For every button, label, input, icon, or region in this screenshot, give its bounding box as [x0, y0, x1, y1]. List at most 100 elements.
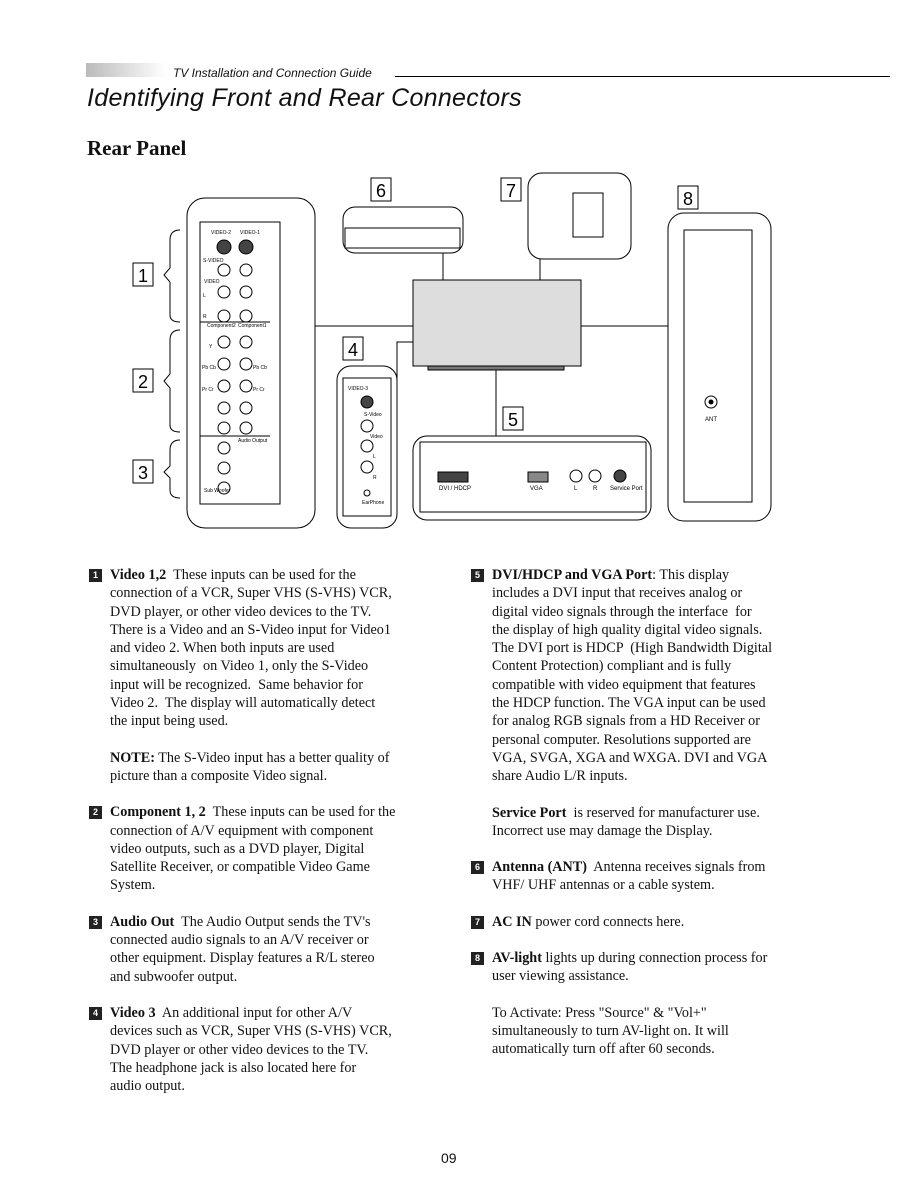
item-heading: AV-light [492, 950, 542, 967]
connector-jack [239, 401, 253, 415]
item-text: The Audio Output sends the TV's [174, 913, 371, 930]
connector-jack [238, 239, 254, 255]
item-text: the HDCP function. The VGA input can be … [492, 695, 766, 712]
text-line: To Activate: Press "Source" & "Vol+" [492, 1004, 822, 1022]
item-number-badge: 7 [471, 915, 484, 929]
text-line: DVD player, or other video devices to th… [110, 603, 470, 621]
connector-jack [217, 441, 231, 455]
item-text: DVD player or other video devices to the… [110, 1041, 369, 1058]
text-line: digital video signals through the interf… [492, 603, 822, 621]
item-number-badge: 4 [89, 1006, 102, 1020]
item-text: VGA, SVGA, XGA and WXGA. DVI and VGA [492, 749, 768, 766]
label-component2: Component2 [207, 323, 236, 329]
label-video3: VIDEO-3 [348, 386, 368, 392]
item-text: for analog RGB signals from a HD Receive… [492, 713, 760, 730]
label-left-r: R [203, 314, 207, 320]
callout-number: 5 [508, 410, 518, 430]
item-text: An additional input for other A/V [155, 1004, 353, 1021]
text-line: connected audio signals to an A/V receiv… [110, 931, 470, 949]
connector-jack [363, 489, 371, 497]
item-number-badge: 6 [471, 861, 484, 875]
connector-jack [360, 439, 374, 453]
label-component1: Component1 [238, 323, 267, 329]
connector-jack [217, 461, 231, 475]
item-number-badge: 5 [471, 569, 484, 582]
item-text: System. [110, 877, 156, 894]
text-line: other equipment. Display features a R/L … [110, 949, 470, 967]
text-line: AC IN power cord connects here. [492, 913, 822, 931]
text-line: NOTE: The S-Video input has a better qua… [110, 749, 470, 767]
text-line: and subwoofer output. [110, 968, 470, 986]
label-left-l: L [203, 293, 206, 299]
text-line: the input being used. [110, 712, 470, 730]
text-line: input will be recognized. Same behavior … [110, 676, 470, 694]
connector-jack [217, 309, 231, 323]
item-number-badge: 3 [89, 915, 102, 929]
text-line: Video 2. The display will automatically … [110, 694, 470, 712]
text-line: The headphone jack is also located here … [110, 1059, 470, 1077]
item-text: VHF/ UHF antennas or a cable system. [492, 877, 715, 894]
item-text: audio output. [110, 1078, 185, 1095]
text-line: There is a Video and an S-Video input fo… [110, 621, 470, 639]
connector-jack [239, 379, 253, 393]
label-video2: VIDEO-2 [211, 230, 231, 236]
text-line: Video 1,2 These inputs can be used for t… [110, 566, 470, 584]
label-ant: ANT [705, 417, 717, 423]
item-text: The headphone jack is also located here … [110, 1059, 357, 1076]
item-text: connected audio signals to an A/V receiv… [110, 932, 369, 949]
item-text: Antenna receives signals from [586, 859, 766, 876]
label-earphone: EarPhone [362, 500, 384, 506]
text-line: VHF/ UHF antennas or a cable system. [492, 876, 822, 894]
label-y: Y [209, 344, 213, 350]
callout-number: 8 [683, 189, 693, 209]
text-line: Audio Out The Audio Output sends the TV'… [110, 913, 470, 931]
connector-jack [217, 421, 231, 435]
item-text: the display of high quality digital vide… [492, 621, 763, 638]
text-line: Incorrect use may damage the Display. [492, 822, 822, 840]
text-line: personal computer. Resolutions supported… [492, 731, 822, 749]
item-text: the input being used. [110, 713, 229, 730]
item-text: personal computer. Resolutions supported… [492, 731, 751, 748]
text-line: DVD player or other video devices to the… [110, 1041, 470, 1059]
item-text: simultaneously to turn AV-light on. It w… [492, 1022, 729, 1039]
manual-page: TV Installation and Connection Guide Ide… [0, 0, 918, 1188]
description-block: To Activate: Press "Source" & "Vol+" simu… [492, 1004, 822, 1059]
connector-jack [239, 285, 253, 299]
item-text: and subwoofer output. [110, 968, 238, 985]
item-heading: Antenna (ANT) [492, 859, 587, 876]
description-block: 5 DVI/HDCP and VGA Port: This display incl… [471, 566, 822, 786]
connector-jack [217, 379, 231, 393]
description-block: 8 AV-light lights up during connection pr… [471, 949, 822, 986]
item-text: To Activate: Press "Source" & "Vol+" [492, 1004, 707, 1021]
item-heading: Audio Out [110, 913, 175, 930]
callout-number: 3 [138, 463, 148, 483]
item-text: share Audio L/R inputs. [492, 768, 628, 785]
item-heading: AC IN [492, 913, 532, 930]
text-line: Content Protection) compliant and is ful… [492, 657, 822, 675]
callout-number: 6 [376, 181, 386, 201]
left-column: 1 Video 1,2 These inputs can be used for … [89, 566, 470, 1113]
item-text: DVD player, or other video devices to th… [110, 603, 372, 620]
item-number-badge: 1 [89, 569, 102, 582]
label-pb-cb-1: Pb Cb [253, 365, 267, 371]
callout-number: 7 [506, 181, 516, 201]
description-block: Service Port is reserved for manufacture… [492, 804, 822, 841]
item-text: : This display [652, 567, 730, 583]
description-block: 6 Antenna (ANT) Antenna receives signals … [471, 858, 822, 895]
item-heading: NOTE: [110, 749, 155, 766]
item-text: includes a DVI input that receives analo… [492, 585, 743, 602]
item-text: lights up during connection process for [541, 950, 768, 967]
item-text: and video 2. When both inputs are used [110, 640, 335, 657]
text-line: audio output. [110, 1077, 470, 1095]
item-text: user viewing assistance. [492, 968, 629, 985]
description-block: 1 Video 1,2 These inputs can be used for … [89, 566, 470, 731]
item-text: input will be recognized. Same behavior … [110, 676, 363, 693]
label-svideo: S-VIDEO [203, 258, 224, 264]
connector-jack [217, 263, 231, 277]
label-video: VIDEO [204, 279, 220, 285]
text-line: connection of A/V equipment with compone… [110, 822, 470, 840]
item-text: Video 2. The display will automatically … [110, 695, 376, 712]
text-line: compatible with video equipment that fea… [492, 676, 822, 694]
item-text: Content Protection) compliant and is ful… [492, 658, 732, 675]
callout-number: 1 [138, 266, 148, 286]
